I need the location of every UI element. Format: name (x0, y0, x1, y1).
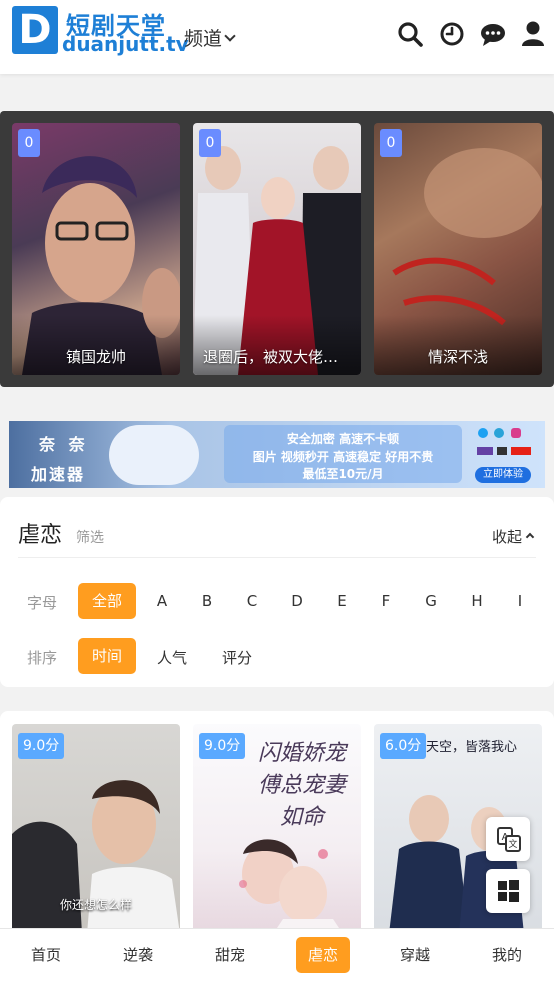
poster-caption: 闪婚娇宠 傅总宠妻如命 (257, 741, 346, 830)
category-title: 虐恋 (18, 523, 63, 548)
drama-card[interactable]: 9.0分 闪婚娇宠 傅总宠妻如命 (193, 724, 361, 934)
svg-text:文: 文 (508, 838, 517, 850)
logo[interactable]: D (12, 6, 58, 54)
ad-tagline: 安全加密 高速不卡顿 (286, 432, 400, 446)
channel-dropdown[interactable]: 频道 (184, 24, 236, 51)
letter-option[interactable]: C (242, 592, 262, 610)
letter-option[interactable]: I (510, 592, 530, 610)
letter-option[interactable]: G (421, 592, 441, 610)
chevron-up-icon (525, 532, 535, 542)
collapse-toggle[interactable]: 收起 (492, 526, 535, 547)
featured-carousel: 0 镇国龙帅 0 退圈后，被双大佬宠... 0 情深不浅 (0, 111, 554, 387)
nav-mine[interactable]: 我的 (480, 937, 534, 973)
user-icon[interactable] (519, 20, 547, 48)
windows-icon (498, 880, 519, 902)
nav-home[interactable]: 首页 (19, 937, 73, 973)
letter-option[interactable]: E (332, 592, 352, 610)
featured-card[interactable]: 0 情深不浅 (374, 123, 542, 375)
header: D 短剧天堂 duanjutt.tv 频道 (0, 0, 554, 74)
letter-option[interactable]: A (152, 592, 172, 610)
nav-time-travel[interactable]: 穿越 (388, 937, 442, 973)
chat-icon[interactable] (479, 20, 507, 48)
sort-filter-label: 排序 (27, 649, 58, 667)
sort-option-rating[interactable]: 评分 (217, 647, 257, 668)
featured-title: 退圈后，被双大佬宠... (203, 348, 353, 366)
letter-option[interactable]: D (287, 592, 307, 610)
filter-subtitle: 筛选 (76, 530, 104, 546)
bottom-nav: 首页 逆袭 甜宠 虐恋 穿越 我的 (0, 928, 554, 984)
drama-grid: 9.0分 你还想怎么样 9.0分 闪婚娇宠 傅总宠妻如命 6.0分 天空，皆落我… (0, 711, 554, 941)
nav-revenge[interactable]: 逆袭 (111, 937, 165, 973)
translate-icon: A 文 (497, 827, 521, 852)
collapse-label: 收起 (492, 528, 523, 546)
ad-banner[interactable]: 奈 奈 加速器 安全加密 高速不卡顿 图片 视频秒开 高速稳定 好用不贵 最低至… (9, 421, 545, 488)
letter-option[interactable]: F (376, 592, 396, 610)
social-logos-icon (477, 428, 531, 455)
logo-text-en: duanjutt.tv (62, 32, 189, 56)
count-badge: 0 (18, 129, 40, 157)
score-badge: 6.0分 (380, 733, 427, 759)
drama-card[interactable]: 9.0分 你还想怎么样 (12, 724, 180, 934)
filter-panel: 虐恋 筛选 收起 字母 全部 A B C D E F G H I 排序 时间 人… (0, 497, 554, 687)
letter-option[interactable]: B (197, 592, 217, 610)
channel-label: 频道 (184, 28, 223, 50)
featured-title: 情深不浅 (427, 348, 488, 366)
featured-card[interactable]: 0 退圈后，被双大佬宠... (193, 123, 361, 375)
ad-brand-line1: 奈 奈 (39, 435, 89, 454)
ad-tagline: 图片 视频秒开 高速稳定 好用不贵 (252, 450, 434, 464)
count-badge: 0 (199, 129, 221, 157)
sort-option-time[interactable]: 时间 (78, 638, 136, 674)
nav-angst[interactable]: 虐恋 (296, 937, 350, 973)
poster-caption: 天空，皆落我心 (426, 740, 518, 755)
sort-option-popular[interactable]: 人气 (152, 647, 192, 668)
search-icon[interactable] (396, 20, 424, 48)
mascot-image (109, 425, 199, 485)
letter-option-all[interactable]: 全部 (78, 583, 136, 619)
history-icon[interactable] (438, 20, 466, 48)
nav-sweet[interactable]: 甜宠 (203, 937, 257, 973)
ad-price: 最低至10元/月 (302, 467, 384, 481)
letter-option[interactable]: H (467, 592, 487, 610)
featured-title: 镇国龙帅 (65, 348, 126, 366)
poster-caption: 你还想怎么样 (59, 898, 132, 912)
ad-brand-line2: 加速器 (31, 465, 86, 484)
letter-filter-label: 字母 (27, 594, 58, 612)
score-badge: 9.0分 (18, 733, 65, 759)
ad-cta-button[interactable]: 立即体验 (475, 467, 531, 483)
windows-button[interactable] (486, 869, 530, 913)
featured-card[interactable]: 0 镇国龙帅 (12, 123, 180, 375)
chevron-down-icon (224, 30, 236, 42)
translate-button[interactable]: A 文 (486, 817, 530, 861)
divider (18, 557, 536, 558)
count-badge: 0 (380, 129, 402, 157)
logo-letter: D (18, 7, 52, 53)
